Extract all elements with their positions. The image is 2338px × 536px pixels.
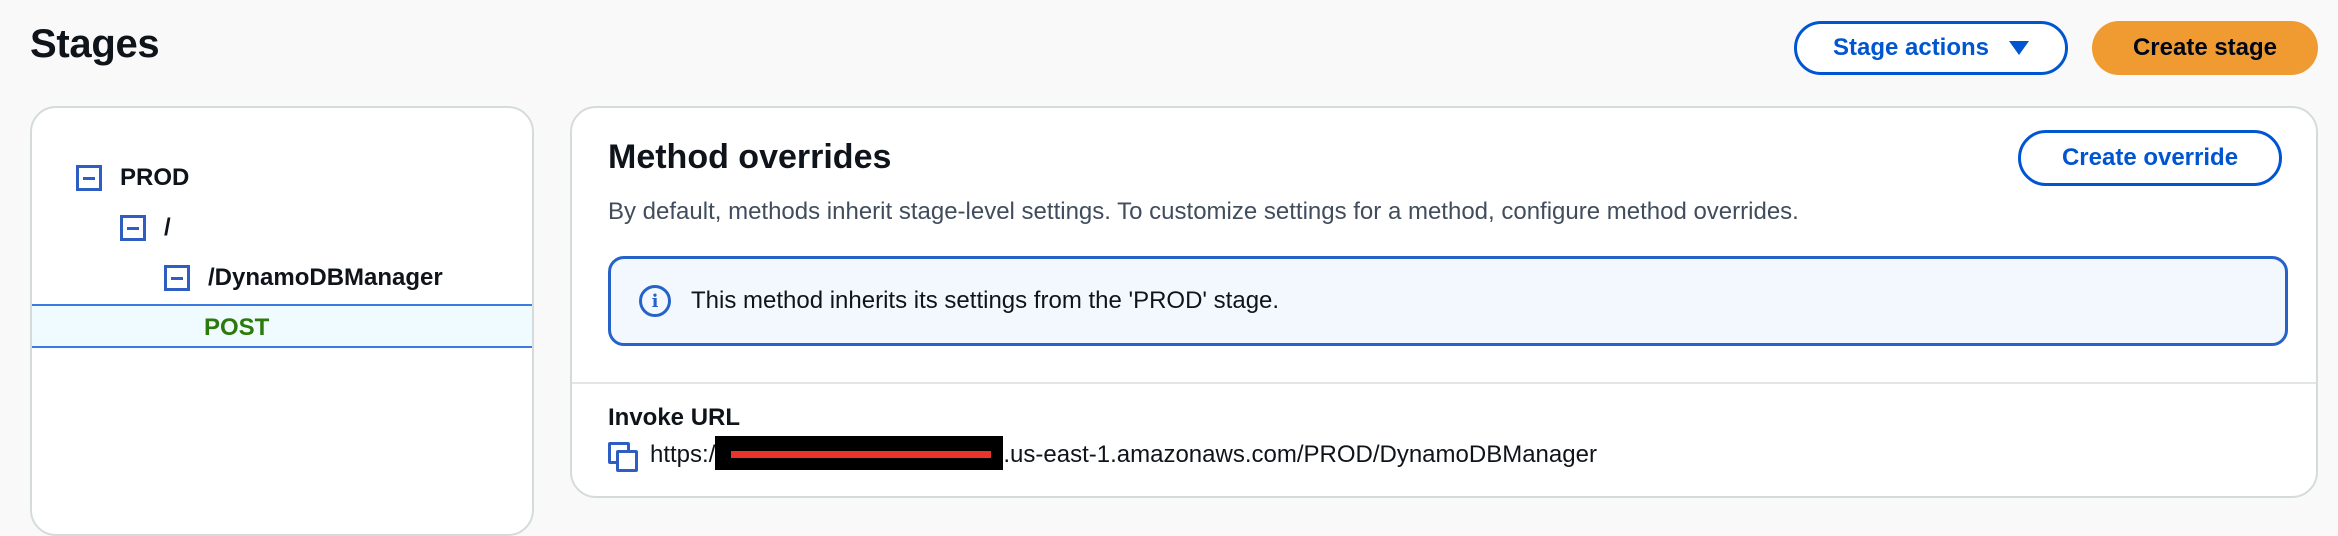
tree-item-dynamodbmanager[interactable]: /DynamoDBManager (164, 264, 443, 292)
collapse-icon[interactable] (76, 165, 102, 191)
create-stage-button[interactable]: Create stage (2092, 21, 2318, 75)
tree-item-label: /DynamoDBManager (208, 264, 443, 291)
invoke-url-row: https:/ .us-east-1.amazonaws.com/PROD/Dy… (608, 436, 1597, 472)
stage-tree-panel: PROD / /DynamoDBManager POST (30, 106, 534, 536)
tree-item-post[interactable]: POST (32, 304, 532, 348)
info-alert-text: This method inherits its settings from t… (691, 287, 1280, 314)
tree-item-root[interactable]: / (120, 214, 171, 242)
stage-actions-label: Stage actions (1832, 34, 1990, 61)
page-title: Stages (30, 22, 160, 66)
divider (572, 382, 2316, 384)
section-title: Method overrides (608, 138, 892, 176)
info-alert: i This method inherits its settings from… (608, 256, 2288, 346)
collapse-icon[interactable] (120, 215, 146, 241)
caret-down-icon (2009, 41, 2030, 55)
tree-item-label: PROD (120, 164, 190, 191)
tree-item-label: / (164, 214, 171, 241)
collapse-icon[interactable] (164, 265, 190, 291)
invoke-url-suffix[interactable]: .us-east-1.amazonaws.com/PROD/DynamoDBMa… (1003, 441, 1597, 469)
create-override-button[interactable]: Create override (2018, 130, 2282, 186)
tree-item-prod[interactable]: PROD (76, 164, 189, 192)
redaction-bar (715, 436, 1004, 470)
section-description: By default, methods inherit stage-level … (608, 198, 1799, 225)
method-overrides-panel: Method overrides Create override By defa… (570, 106, 2318, 498)
invoke-url-label: Invoke URL (608, 404, 741, 431)
stage-actions-button[interactable]: Stage actions (1794, 21, 2068, 75)
copy-icon[interactable] (608, 442, 638, 472)
method-label-post: POST (204, 314, 270, 341)
invoke-url-prefix[interactable]: https:/ (650, 441, 715, 469)
info-icon: i (639, 285, 671, 317)
